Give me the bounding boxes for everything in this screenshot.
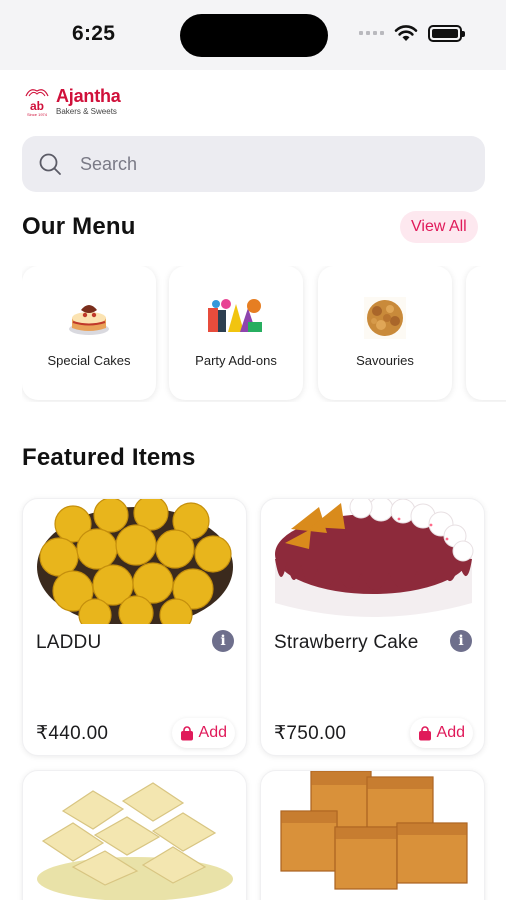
info-icon[interactable]: i bbox=[212, 630, 234, 652]
signal-icon bbox=[359, 31, 384, 35]
menu-category-savouries[interactable]: Savouries bbox=[318, 266, 452, 400]
party-image bbox=[208, 299, 262, 332]
add-to-cart-button[interactable]: Add bbox=[171, 718, 235, 748]
shopping-bag-icon bbox=[180, 725, 193, 740]
item-name: Strawberry Cake bbox=[274, 632, 419, 653]
strawberry-cake-image bbox=[271, 499, 476, 624]
dynamic-island bbox=[180, 14, 328, 57]
menu-category-label: Special Cakes bbox=[47, 353, 131, 368]
add-button-label: Add bbox=[198, 724, 227, 741]
logo-mark-icon: ab Since 1974 bbox=[25, 89, 49, 117]
menu-category-special-cakes[interactable]: Special Cakes bbox=[22, 266, 156, 400]
featured-item-card[interactable]: LADDU i ₹440.00 Add bbox=[22, 498, 247, 756]
cake-image bbox=[69, 305, 109, 335]
logo-text: Ajantha Bakers & Sweets bbox=[56, 86, 121, 117]
laddu-image bbox=[33, 499, 238, 624]
item-price: ₹440.00 bbox=[36, 723, 109, 744]
savouries-image bbox=[364, 297, 406, 339]
menu-category-more[interactable] bbox=[466, 266, 506, 400]
brand-tagline: Bakers & Sweets bbox=[56, 107, 117, 116]
status-icons bbox=[359, 24, 465, 42]
mysore-pak-image bbox=[271, 771, 476, 900]
kaju-katli-image bbox=[33, 771, 238, 900]
search-bar[interactable] bbox=[22, 136, 485, 192]
brand-logo[interactable]: ab Since 1974 Ajantha Bakers & Sweets bbox=[22, 86, 121, 118]
add-button-label: Add bbox=[436, 724, 465, 741]
featured-item-card[interactable] bbox=[260, 770, 485, 900]
menu-category-label: Party Add-ons bbox=[195, 353, 277, 368]
svg-text:Since 1974: Since 1974 bbox=[27, 112, 48, 117]
search-icon bbox=[39, 153, 61, 175]
featured-item-card[interactable]: Strawberry Cake i ₹750.00 Add bbox=[260, 498, 485, 756]
battery-icon bbox=[428, 24, 465, 42]
status-bar: 6:25 bbox=[0, 0, 506, 70]
info-icon[interactable]: i bbox=[450, 630, 472, 652]
menu-category-label: Savouries bbox=[356, 353, 414, 368]
status-time: 6:25 bbox=[72, 22, 116, 45]
menu-category-list[interactable]: Special Cakes Party Add-ons Savouries bbox=[22, 266, 506, 402]
search-input[interactable] bbox=[80, 153, 440, 175]
wifi-icon bbox=[394, 25, 418, 41]
brand-name: Ajantha bbox=[56, 86, 121, 106]
add-to-cart-button[interactable]: Add bbox=[409, 718, 473, 748]
svg-text:ab: ab bbox=[30, 99, 44, 113]
featured-item-card[interactable] bbox=[22, 770, 247, 900]
item-price: ₹750.00 bbox=[274, 723, 347, 744]
menu-section-title: Our Menu bbox=[22, 213, 136, 240]
menu-category-party-addons[interactable]: Party Add-ons bbox=[169, 266, 303, 400]
featured-items-grid: LADDU i ₹440.00 Add Strawberry Cake i ₹7… bbox=[22, 498, 486, 900]
view-all-button[interactable]: View All bbox=[400, 211, 478, 243]
featured-section-title: Featured Items bbox=[22, 444, 196, 471]
shopping-bag-icon bbox=[418, 725, 431, 740]
item-name: LADDU bbox=[36, 632, 102, 653]
